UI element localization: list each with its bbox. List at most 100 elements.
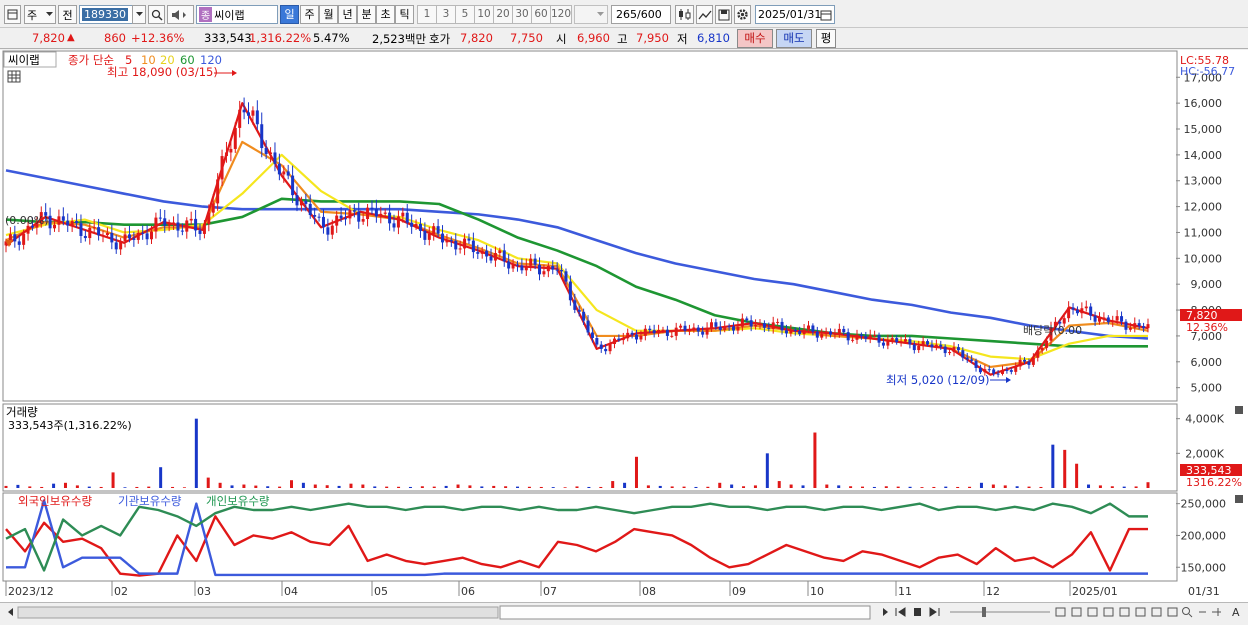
volume-bar xyxy=(789,484,793,488)
window-layout-icon[interactable] xyxy=(4,5,21,24)
candle-body xyxy=(114,242,118,250)
interval-120[interactable]: 120 xyxy=(550,5,572,24)
candle-body xyxy=(705,327,709,335)
candle-body xyxy=(132,238,136,240)
candle-body xyxy=(573,300,577,310)
candle-body xyxy=(511,264,515,269)
candle-body xyxy=(784,330,788,334)
chart-svg[interactable]: 17,00016,00015,00014,00013,00012,00011,0… xyxy=(0,50,1248,602)
candle-body xyxy=(17,241,21,245)
search-button[interactable] xyxy=(148,5,165,24)
candle-body xyxy=(445,240,449,243)
period-tick[interactable]: 틱 xyxy=(395,5,414,24)
scroll-track[interactable] xyxy=(17,606,499,619)
sell-button[interactable]: 매도 xyxy=(776,29,812,48)
bottom-bar: A xyxy=(0,602,1248,621)
candle-body xyxy=(229,148,233,153)
candle-body xyxy=(727,326,731,328)
volume-bar xyxy=(968,486,972,488)
candle-body xyxy=(881,342,885,346)
speaker-button[interactable] xyxy=(167,5,194,24)
period-day[interactable]: 일 xyxy=(280,5,299,24)
candle-body xyxy=(291,175,295,196)
candle-body xyxy=(745,318,749,321)
candle-body xyxy=(1124,321,1128,330)
scroll-left-icon[interactable] xyxy=(8,608,13,616)
chevron-down-icon xyxy=(135,12,143,16)
individual-series-label[interactable]: 개인보유수량 xyxy=(206,494,270,508)
market-select[interactable]: 주 xyxy=(24,5,56,24)
interval-60[interactable]: 60 xyxy=(531,5,551,24)
scroll-right-icon[interactable] xyxy=(883,608,888,616)
calendar-icon xyxy=(820,10,832,20)
candle-body xyxy=(339,215,343,219)
x-axis-label: 07 xyxy=(543,585,557,598)
candle-body xyxy=(163,218,167,226)
candle-body xyxy=(145,233,149,240)
volume-bar xyxy=(682,486,686,488)
volume-panel-close-icon[interactable] xyxy=(1235,406,1243,414)
tool-icons[interactable] xyxy=(1055,607,1221,618)
chart-area[interactable]: 17,000 16,000 15,000 14,000 13,000 12,000 11,0… xyxy=(0,50,1248,621)
volume-bar xyxy=(920,487,924,488)
volume-bar xyxy=(516,486,520,488)
period-minute[interactable]: 분 xyxy=(357,5,376,24)
interval-20[interactable]: 20 xyxy=(493,5,513,24)
volume-bar xyxy=(194,418,198,488)
price-tick-label: 9,000 xyxy=(1191,278,1223,291)
candle-body xyxy=(277,163,281,175)
data-count-field[interactable]: 265/600 xyxy=(611,5,671,24)
interval-10[interactable]: 10 xyxy=(474,5,494,24)
period-week[interactable]: 주 xyxy=(300,5,319,24)
candle-body xyxy=(396,216,400,228)
candle-body xyxy=(1128,327,1132,330)
holding-panel-close-icon[interactable] xyxy=(1235,495,1243,503)
indicator-button[interactable] xyxy=(696,5,713,24)
candle-body xyxy=(515,264,519,266)
stock-name-field[interactable]: 종 씨이랩 xyxy=(196,5,278,24)
candle-body xyxy=(198,230,202,234)
period-year[interactable]: 년 xyxy=(338,5,357,24)
custom-interval-select[interactable] xyxy=(574,5,608,24)
save-button[interactable] xyxy=(715,5,732,24)
candle-body xyxy=(903,339,907,342)
play-controls[interactable] xyxy=(895,607,940,617)
foreign-series-label[interactable]: 외국인보유수량 xyxy=(18,494,92,508)
institution-series-label[interactable]: 기관보유수량 xyxy=(118,494,182,508)
interval-5[interactable]: 5 xyxy=(455,5,475,24)
candle-body xyxy=(101,235,105,237)
candle-body xyxy=(1067,307,1071,319)
interval-3[interactable]: 3 xyxy=(436,5,456,24)
volume-bar xyxy=(182,487,186,488)
interval-1[interactable]: 1 xyxy=(417,5,437,24)
x-axis-label: 02 xyxy=(114,585,128,598)
current-price: 7,820 xyxy=(32,31,65,45)
candle-body xyxy=(123,234,127,242)
volume-bar xyxy=(623,482,627,488)
period-month[interactable]: 월 xyxy=(319,5,338,24)
candle-type-button[interactable] xyxy=(675,5,694,24)
period-second[interactable]: 초 xyxy=(376,5,395,24)
volume-bar xyxy=(40,486,44,488)
candle-body xyxy=(740,318,744,327)
candle-body xyxy=(317,216,321,218)
prev-button[interactable]: 전 xyxy=(58,5,77,24)
settings-button[interactable] xyxy=(734,5,751,24)
volume-bar xyxy=(385,486,389,488)
flat-button[interactable]: 평 xyxy=(816,29,836,48)
font-size-icon[interactable]: A xyxy=(1232,606,1240,619)
scroll-thumb[interactable] xyxy=(499,605,871,620)
candle-body xyxy=(767,327,771,329)
table-toggle-icon[interactable] xyxy=(7,70,21,83)
candle-body xyxy=(590,332,594,339)
interval-30[interactable]: 30 xyxy=(512,5,532,24)
volume-bar xyxy=(753,485,757,488)
candle-body xyxy=(189,218,193,221)
x-axis-label: 2025/01 xyxy=(1072,585,1118,598)
calendar-button[interactable] xyxy=(818,5,834,24)
code-dropdown-button[interactable] xyxy=(132,5,146,24)
buy-button[interactable]: 매수 xyxy=(737,29,773,48)
candle-body xyxy=(652,330,656,334)
candle-body xyxy=(595,338,599,345)
candle-body xyxy=(612,338,616,345)
